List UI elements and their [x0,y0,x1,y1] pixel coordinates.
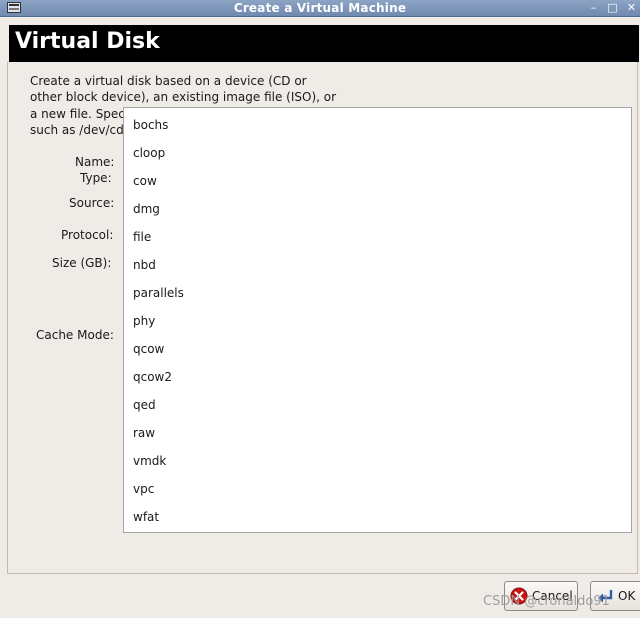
dropdown-option-parallels[interactable]: parallels [133,283,184,303]
page-title: Virtual Disk [15,29,160,54]
size-label: Size (GB): [52,256,112,270]
dropdown-option-cow[interactable]: cow [133,171,157,191]
description-line: other block device), an existing image f… [30,90,337,105]
description-line: Create a virtual disk based on a device … [30,74,307,88]
type-dropdown-list[interactable]: bochs cloop cow dmg file nbd parallels p… [123,107,632,533]
protocol-label: Protocol: [61,228,114,242]
dropdown-option-bochs[interactable]: bochs [133,115,168,135]
source-label: Source: [69,196,115,210]
type-label: Type: [80,171,112,185]
dropdown-option-qed[interactable]: qed [133,395,156,415]
dropdown-option-vmdk[interactable]: vmdk [133,451,166,471]
dropdown-option-cloop[interactable]: cloop [133,143,165,163]
dropdown-option-qcow[interactable]: qcow [133,339,164,359]
window-title: Create a Virtual Machine [233,1,407,15]
maximize-icon[interactable]: □ [605,1,620,15]
title-bar[interactable]: Create a Virtual Machine – □ ✕ [0,0,640,17]
dropdown-option-qcow2[interactable]: qcow2 [133,367,172,387]
dropdown-option-wfat[interactable]: wfat [133,507,159,527]
cache-mode-label: Cache Mode: [36,328,114,342]
close-icon[interactable]: ✕ [624,1,639,15]
dropdown-option-phy[interactable]: phy [133,311,155,331]
dropdown-option-raw[interactable]: raw [133,423,155,443]
dropdown-option-dmg[interactable]: dmg [133,199,160,219]
dropdown-option-nbd[interactable]: nbd [133,255,156,275]
page-header-banner: Virtual Disk [9,25,639,62]
dropdown-option-vpc[interactable]: vpc [133,479,154,499]
ok-button-label: OK [618,589,636,603]
minimize-icon[interactable]: – [586,1,601,15]
dropdown-option-file[interactable]: file [133,227,151,247]
name-label: Name: [75,155,115,169]
watermark: CSDN @cronaldo91 [483,594,610,609]
